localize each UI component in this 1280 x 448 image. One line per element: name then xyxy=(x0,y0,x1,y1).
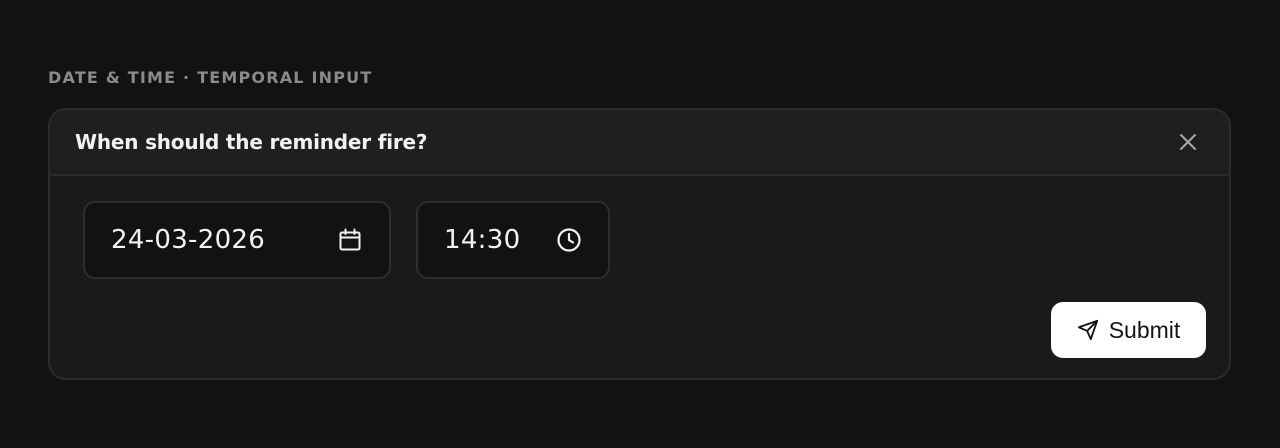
card-title: When should the reminder fire? xyxy=(75,130,427,154)
card-header: When should the reminder fire? xyxy=(50,110,1229,176)
clock-icon xyxy=(556,227,582,253)
time-input[interactable]: 14:30 xyxy=(416,201,610,279)
submit-label: Submit xyxy=(1109,317,1181,344)
date-input[interactable]: 24-03-2026 xyxy=(83,201,391,279)
time-value: 14:30 xyxy=(444,225,520,255)
close-icon xyxy=(1178,132,1198,152)
input-fields: 24-03-2026 14:30 xyxy=(83,201,610,279)
calendar-button[interactable] xyxy=(337,227,363,253)
reminder-card: When should the reminder fire? 24-03-202… xyxy=(48,108,1231,380)
close-button[interactable] xyxy=(1173,127,1203,157)
clock-button[interactable] xyxy=(556,227,582,253)
calendar-icon xyxy=(338,228,362,252)
section-label: DATE & TIME · TEMPORAL INPUT xyxy=(48,68,372,87)
submit-button[interactable]: Submit xyxy=(1051,302,1206,358)
send-icon xyxy=(1077,319,1099,341)
date-value: 24-03-2026 xyxy=(111,225,265,255)
